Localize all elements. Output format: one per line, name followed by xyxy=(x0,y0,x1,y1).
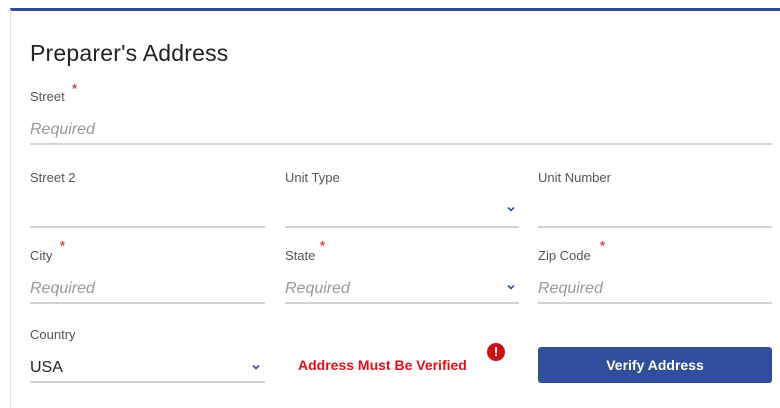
unit-number-input[interactable] xyxy=(538,200,772,228)
unit-number-label: Unit Number xyxy=(538,170,611,185)
zip-label: Zip Code xyxy=(538,248,591,263)
state-label: State xyxy=(285,248,316,263)
state-chevron-down-icon[interactable] xyxy=(505,281,517,293)
street-input[interactable]: Required xyxy=(30,117,772,145)
city-input[interactable]: Required xyxy=(30,276,265,304)
zip-input[interactable]: Required xyxy=(538,276,772,304)
street-required-marker: * xyxy=(72,81,78,96)
street2-label: Street 2 xyxy=(30,170,76,185)
unit-type-chevron-down-icon[interactable] xyxy=(505,203,517,215)
address-verification-error: Address Must Be Verified xyxy=(298,357,467,373)
zip-required-marker: * xyxy=(600,238,606,253)
street2-input[interactable] xyxy=(30,200,265,228)
error-icon: ! xyxy=(487,343,505,361)
city-required-marker: * xyxy=(60,238,66,253)
state-required-marker: * xyxy=(320,238,326,253)
country-chevron-down-icon[interactable] xyxy=(250,361,262,373)
country-select[interactable]: USA xyxy=(30,355,265,383)
state-select[interactable]: Required xyxy=(285,276,519,304)
unit-type-label: Unit Type xyxy=(285,170,340,185)
city-label: City xyxy=(30,248,53,263)
unit-type-select[interactable] xyxy=(285,200,519,228)
street-label: Street xyxy=(30,89,65,104)
verify-address-button[interactable]: Verify Address xyxy=(538,347,772,383)
country-label: Country xyxy=(30,327,76,342)
section-title: Preparer's Address xyxy=(30,40,229,66)
